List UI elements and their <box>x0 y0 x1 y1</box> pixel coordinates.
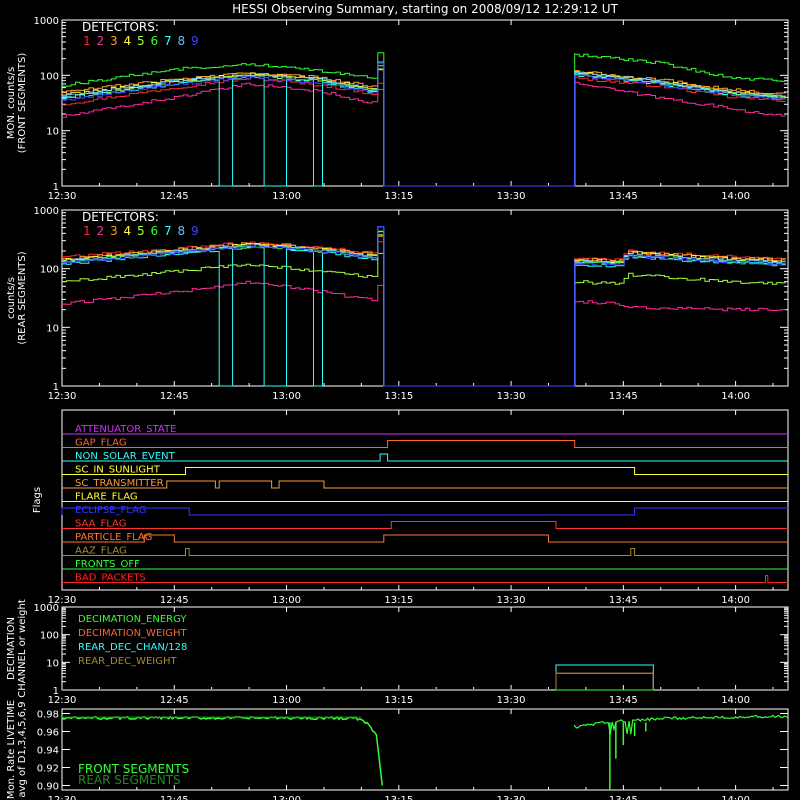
y-tick-label: 1000 <box>34 16 59 27</box>
time-tick-label: 13:45 <box>609 191 638 202</box>
y-axis-label: counts/s <box>6 277 17 319</box>
time-tick-label: 13:00 <box>272 391 301 402</box>
flag-label: SC_TRANSMITTER <box>75 478 164 489</box>
time-tick-label: 13:00 <box>272 695 301 706</box>
time-tick-label: 13:15 <box>384 191 413 202</box>
time-tick-label: 12:45 <box>160 191 189 202</box>
legend-entry: 1 <box>83 34 91 48</box>
time-tick-label: 14:00 <box>721 595 750 606</box>
y-axis-label: Mon. Rate LIVETIME <box>6 700 17 799</box>
y-axis-label: (FRONT SEGMENTS) <box>17 53 28 154</box>
legend-entry: REAR_DEC_CHAN/128 <box>78 642 187 653</box>
y-axis-label: avg of D1,3,4,5,6,9 <box>17 701 28 797</box>
legend-entry: 8 <box>178 224 186 238</box>
y-axis-label: DECIMATION <box>6 617 17 680</box>
legend-entry: REAR SEGMENTS <box>78 773 181 787</box>
legend-entry: 9 <box>191 224 199 238</box>
y-tick-label: 0.94 <box>37 746 59 757</box>
time-tick-label: 13:15 <box>384 595 413 606</box>
flag-label: PARTICLE_FLAG <box>75 532 152 543</box>
time-tick-label: 12:45 <box>160 595 189 606</box>
flag-label: AAZ_FLAG <box>75 546 127 557</box>
time-tick-label: 12:45 <box>160 795 189 800</box>
y-tick-label: 1 <box>53 686 59 697</box>
time-tick-label: 13:45 <box>609 795 638 800</box>
time-tick-label: 12:45 <box>160 695 189 706</box>
legend-entry: 5 <box>137 224 145 238</box>
time-tick-label: 12:45 <box>160 391 189 402</box>
y-tick-label: 10 <box>46 658 59 669</box>
time-tick-label: 13:30 <box>497 391 526 402</box>
time-tick-label: 13:30 <box>497 595 526 606</box>
y-tick-label: 0.90 <box>37 782 59 793</box>
time-tick-label: 13:00 <box>272 595 301 606</box>
time-tick-label: 14:00 <box>721 191 750 202</box>
legend-title: DETECTORS: <box>82 20 159 34</box>
y-tick-label: 1000 <box>34 206 59 217</box>
y-tick-label: 100 <box>40 71 59 82</box>
flag-label: BAD_PACKETS <box>75 573 146 584</box>
legend-entry: REAR_DEC_WEIGHT <box>78 656 177 667</box>
y-tick-label: 1000 <box>34 603 59 614</box>
time-tick-label: 13:00 <box>272 795 301 800</box>
legend-entry: 3 <box>110 224 118 238</box>
flag-label: FLARE_FLAG <box>75 492 138 503</box>
legend-entry: 4 <box>124 224 132 238</box>
legend-entry: 6 <box>151 34 159 48</box>
legend-entry: DECIMATION_WEIGHT <box>78 628 187 639</box>
time-tick-label: 13:45 <box>609 391 638 402</box>
y-tick-label: 10 <box>46 127 59 138</box>
time-tick-label: 13:00 <box>272 191 301 202</box>
time-tick-label: 14:00 <box>721 391 750 402</box>
flag-label: FRONTS_OFF <box>75 559 140 570</box>
legend-entry: 3 <box>110 34 118 48</box>
legend-entry: 9 <box>191 34 199 48</box>
flag-label: SAA_FLAG <box>75 519 126 530</box>
y-tick-label: 10 <box>46 323 59 334</box>
y-tick-label: 0.96 <box>37 728 59 739</box>
y-axis-label: Flags <box>32 487 43 513</box>
time-tick-label: 14:00 <box>721 795 750 800</box>
y-tick-label: 0.98 <box>37 710 59 721</box>
legend-entry: 8 <box>178 34 186 48</box>
legend-entry: 6 <box>151 224 159 238</box>
flag-label: GAP_FLAG <box>75 438 127 449</box>
y-tick-label: 0.92 <box>37 764 59 775</box>
legend-entry: 7 <box>164 224 172 238</box>
time-tick-label: 13:15 <box>384 795 413 800</box>
legend-entry: 2 <box>97 34 105 48</box>
y-axis-label: (REAR SEGMENTS) <box>17 251 28 344</box>
time-tick-label: 13:15 <box>384 695 413 706</box>
chart-title: HESSI Observing Summary, starting on 200… <box>232 2 618 16</box>
flag-label: ECLIPSE_FLAG <box>75 505 146 516</box>
legend-entry: 1 <box>83 224 91 238</box>
time-tick-label: 13:30 <box>497 695 526 706</box>
legend-entry: 5 <box>137 34 145 48</box>
time-tick-label: 13:15 <box>384 391 413 402</box>
legend-title: DETECTORS: <box>82 210 159 224</box>
flag-label: ATTENUATOR_STATE <box>75 424 176 435</box>
observing-summary-chart: HESSI Observing Summary, starting on 200… <box>0 0 800 800</box>
legend-entry: DECIMATION_ENERGY <box>78 614 187 625</box>
y-tick-label: 1 <box>53 182 59 193</box>
time-tick-label: 13:45 <box>609 595 638 606</box>
flag-label: SC_IN_SUNLIGHT <box>75 465 161 476</box>
y-tick-label: 100 <box>40 265 59 276</box>
time-tick-label: 12:30 <box>48 795 77 800</box>
y-tick-label: 100 <box>40 631 59 642</box>
time-tick-label: 13:30 <box>497 795 526 800</box>
time-tick-label: 13:30 <box>497 191 526 202</box>
time-tick-label: 14:00 <box>721 695 750 706</box>
legend-entry: 2 <box>97 224 105 238</box>
legend-entry: 4 <box>124 34 132 48</box>
y-tick-label: 1 <box>53 382 59 393</box>
time-tick-label: 13:45 <box>609 695 638 706</box>
legend-entry: 7 <box>164 34 172 48</box>
y-axis-label: CHANNEL or weight <box>17 599 28 698</box>
flag-label: NON_SOLAR_EVENT <box>75 451 176 462</box>
y-axis-label: MON. counts/s <box>6 67 17 139</box>
